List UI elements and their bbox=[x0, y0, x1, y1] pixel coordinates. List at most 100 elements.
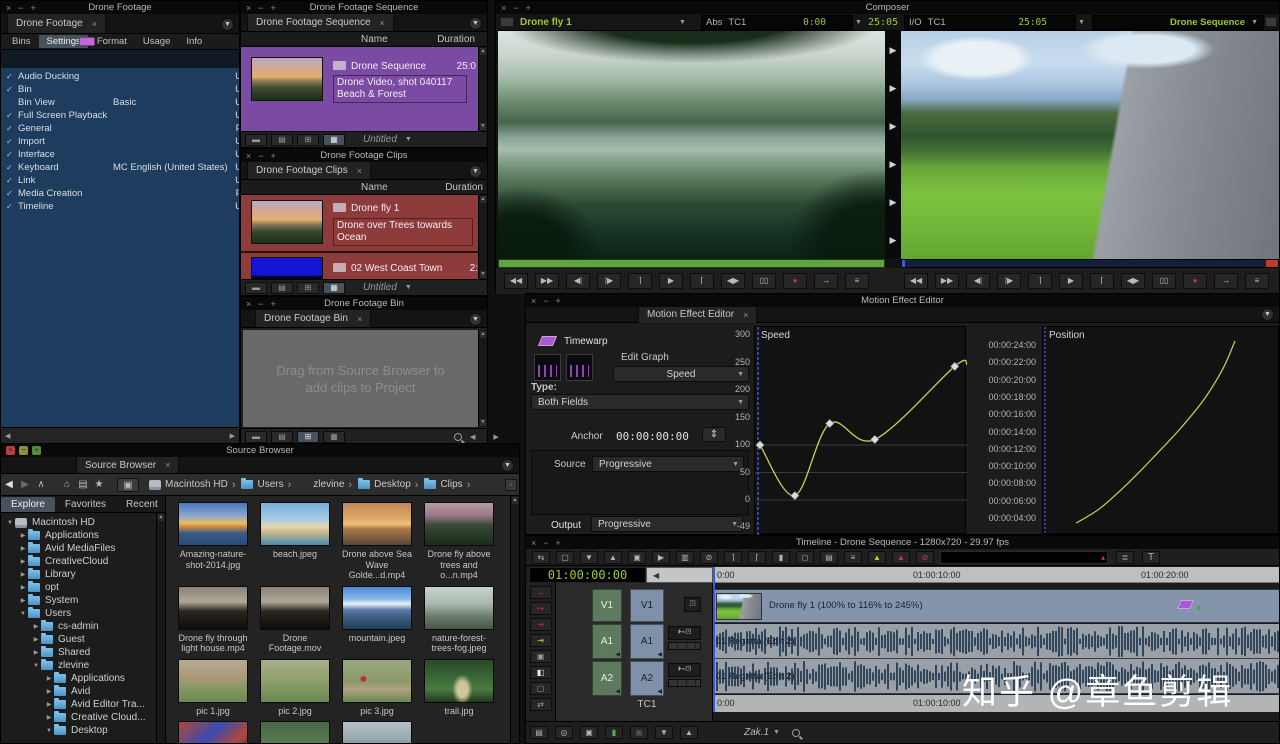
chevron-down-icon[interactable]: ▼ bbox=[1078, 19, 1085, 26]
speed-graph[interactable]: Speed bbox=[754, 326, 966, 534]
home-icon[interactable]: ⌂ bbox=[59, 479, 75, 490]
transport-button[interactable]: ▯▯ bbox=[1152, 273, 1176, 289]
timeline-bottom-button[interactable]: ▲ bbox=[680, 726, 698, 739]
file-thumbnail[interactable] bbox=[178, 502, 248, 546]
frame-view-icon[interactable]: ⊞ bbox=[297, 431, 319, 443]
column-name[interactable]: Name bbox=[361, 182, 388, 193]
column-duration[interactable]: Duration bbox=[445, 182, 483, 193]
file-thumbnail[interactable] bbox=[342, 586, 412, 630]
tree-item[interactable]: ▶ System bbox=[1, 594, 165, 607]
text-view-icon[interactable]: ▬ bbox=[245, 134, 267, 146]
minimize-icon[interactable]: − bbox=[19, 446, 28, 455]
tree-item[interactable]: ▶ Guest bbox=[1, 633, 165, 646]
timeline-side-button[interactable]: ▣ bbox=[530, 650, 552, 663]
files-scrollbar[interactable]: ▲ bbox=[510, 496, 519, 743]
scroll-up-icon[interactable]: ▲ bbox=[480, 331, 486, 338]
timeline-tool-button[interactable]: ▢ bbox=[556, 551, 574, 564]
tree-item[interactable]: ▶ Applications bbox=[1, 672, 165, 685]
script-view-icon[interactable]: ▤ bbox=[271, 282, 293, 294]
file-item[interactable]: Drone above Sea Wave Golde...d.mp4 bbox=[341, 502, 413, 581]
timeline-side-button[interactable]: ⇥ bbox=[530, 634, 552, 647]
timeline-bottom-button[interactable]: ▣ bbox=[580, 726, 598, 739]
disclosure-arrow-icon[interactable]: ▼ bbox=[18, 611, 28, 617]
tree-item[interactable]: ▼ Desktop bbox=[1, 724, 165, 737]
transport-button[interactable]: ▶▶ bbox=[535, 273, 559, 289]
column-duration[interactable]: Duration bbox=[437, 34, 475, 45]
transport-button[interactable]: ⌈ bbox=[1090, 273, 1114, 289]
transport-button[interactable]: ◀◀ bbox=[904, 273, 928, 289]
timeline-tool-button[interactable]: ▲ bbox=[868, 551, 886, 564]
transport-button[interactable]: ≡ bbox=[1245, 273, 1269, 289]
tab-close-icon[interactable]: × bbox=[357, 314, 362, 324]
forward-icon[interactable]: ▶ bbox=[17, 479, 33, 490]
tree-item[interactable]: ▼ zlevine bbox=[1, 659, 165, 672]
transport-button[interactable]: ⌉ bbox=[1028, 273, 1052, 289]
file-item[interactable]: Amazing-nature-shot-2014.jpg bbox=[177, 502, 249, 581]
timeline-tool-button[interactable]: ▶ bbox=[652, 551, 670, 564]
minimize-icon[interactable]: − bbox=[18, 3, 23, 13]
tree-scrollbar[interactable]: ▲ bbox=[156, 513, 165, 743]
transport-button[interactable]: ◀▶ bbox=[721, 273, 745, 289]
settings-row[interactable]: Bin View Basic U bbox=[1, 96, 239, 109]
tree-item[interactable]: ▶ cs-admin bbox=[1, 620, 165, 633]
settings-row[interactable]: ✓ Timeline U bbox=[1, 200, 239, 213]
tree-item[interactable]: ▶ opt bbox=[1, 581, 165, 594]
transport-button[interactable]: → bbox=[1214, 273, 1238, 289]
minimize-icon[interactable]: − bbox=[258, 151, 263, 161]
timeline-side-button[interactable]: ◧ bbox=[530, 666, 552, 679]
disclosure-arrow-icon[interactable]: ▼ bbox=[44, 728, 54, 734]
project-tab[interactable]: Usage bbox=[136, 35, 177, 48]
scroll-up-icon[interactable]: ▲ bbox=[480, 48, 486, 55]
disclosure-arrow-icon[interactable]: ▶ bbox=[44, 714, 54, 721]
frame-view-icon[interactable]: ⊞ bbox=[297, 282, 319, 294]
playhead-position-line[interactable] bbox=[713, 567, 715, 712]
tab-close-icon[interactable]: × bbox=[92, 19, 97, 29]
list-view-icon[interactable]: ▦ bbox=[323, 134, 345, 146]
media-card-icon[interactable]: ▣ bbox=[117, 478, 139, 492]
transport-button[interactable]: ◀| bbox=[566, 273, 590, 289]
tab-close-icon[interactable]: × bbox=[380, 18, 385, 28]
clip-row[interactable]: 02 West Coast Town 2: bbox=[241, 253, 478, 279]
chevron-down-icon[interactable]: ▼ bbox=[679, 19, 686, 26]
settings-row[interactable]: ✓ Bin U bbox=[1, 83, 239, 96]
file-item[interactable] bbox=[177, 721, 249, 743]
scroll-right-icon[interactable]: ▶ bbox=[230, 432, 235, 440]
timeline-tool-button[interactable]: ▥ bbox=[676, 551, 694, 564]
clip-comment[interactable]: Drone Video, shot 040117 Beach & Forest bbox=[333, 75, 467, 103]
column-name[interactable]: Name bbox=[361, 34, 388, 45]
tree-item[interactable]: ▶ Shared bbox=[1, 646, 165, 659]
project-tab[interactable]: Info bbox=[179, 35, 209, 48]
transport-button[interactable]: |▶ bbox=[597, 273, 621, 289]
record-track-v1[interactable]: V1 bbox=[630, 589, 664, 622]
source-track-a2[interactable]: A2◀ bbox=[592, 661, 622, 696]
chevron-down-icon[interactable]: ▼ bbox=[773, 729, 780, 736]
minimize-icon[interactable]: − bbox=[513, 3, 518, 13]
disclosure-arrow-icon[interactable]: ▶ bbox=[44, 701, 54, 708]
disclosure-arrow-icon[interactable]: ▶ bbox=[31, 623, 41, 630]
zoom-icon[interactable]: + bbox=[31, 3, 36, 13]
explorer-tab[interactable]: Recent bbox=[116, 497, 168, 512]
close-icon[interactable]: × bbox=[246, 3, 251, 13]
focus-scroll-thumb[interactable]: ◀ bbox=[646, 567, 713, 583]
explorer-tab[interactable]: Explore bbox=[1, 497, 55, 512]
clip-comment[interactable]: Drone over Trees towards Ocean bbox=[333, 218, 473, 246]
timeline-tool-button[interactable]: ▲ bbox=[892, 551, 910, 564]
explorer-tab[interactable]: Favorites bbox=[55, 497, 116, 512]
file-item[interactable]: Drone fly above trees and o...n.mp4 bbox=[423, 502, 495, 581]
tree-item[interactable]: ▶ Creative Cloud... bbox=[1, 711, 165, 724]
file-thumbnail[interactable] bbox=[424, 502, 494, 546]
favorite-star-icon[interactable]: ★ bbox=[91, 479, 107, 490]
record-track-a1[interactable]: A1◀ bbox=[630, 624, 664, 659]
file-item[interactable]: Drone fly through light house.mp4 bbox=[177, 586, 249, 654]
zoom-icon[interactable]: + bbox=[556, 296, 561, 306]
close-icon[interactable]: × bbox=[6, 3, 11, 13]
effect-thumb-1[interactable] bbox=[534, 354, 561, 381]
chevron-down-icon[interactable]: ▼ bbox=[855, 19, 862, 26]
tab-close-icon[interactable]: × bbox=[165, 460, 170, 470]
file-thumbnail[interactable] bbox=[342, 502, 412, 546]
timeline-tool-button[interactable]: ⇆ bbox=[532, 551, 550, 564]
timeline-ruler[interactable]: 0:00 01:00:10:00 01:00:20:00 bbox=[713, 567, 1279, 583]
transport-button[interactable]: ≡ bbox=[845, 273, 869, 289]
timeline-side-button[interactable]: ↦ bbox=[530, 602, 552, 615]
breadcrumb-item[interactable]: zlevine bbox=[297, 479, 356, 491]
